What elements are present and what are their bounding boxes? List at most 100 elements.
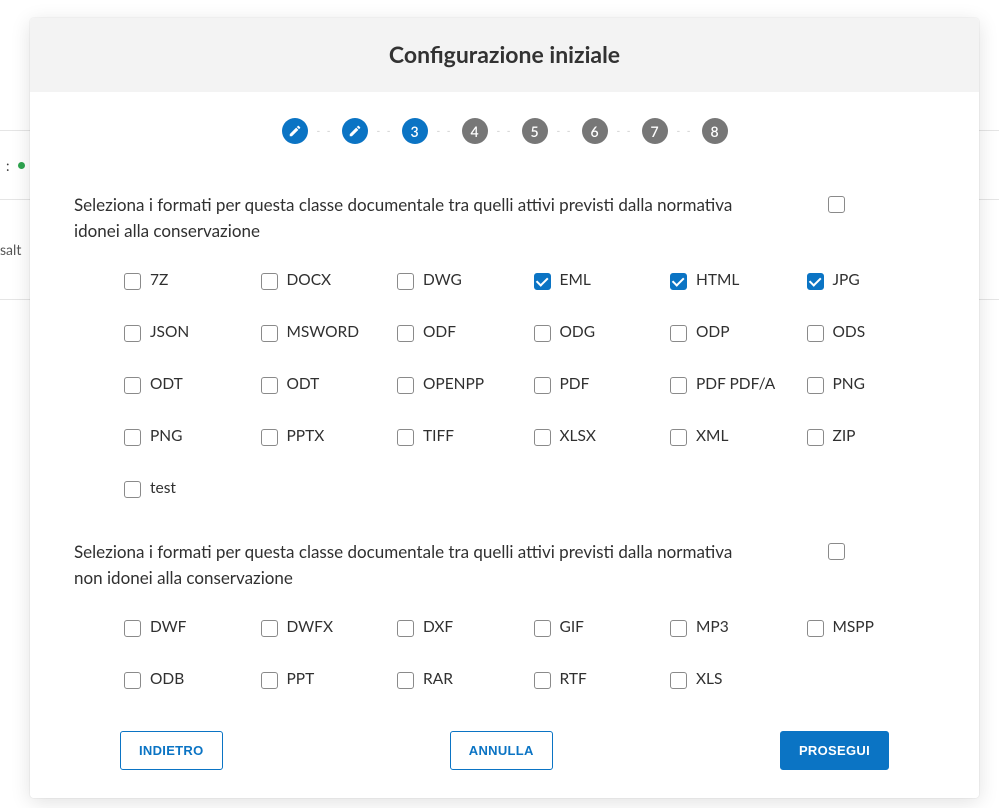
format-option[interactable]: DWG [397,267,526,295]
format-option[interactable]: ODB [124,666,253,694]
format-option[interactable]: MSPP [807,614,936,642]
format-checkbox[interactable] [807,620,824,637]
step-number: 4 [470,123,478,140]
step-2[interactable] [342,118,368,144]
format-checkbox[interactable] [124,325,141,342]
format-option[interactable]: test [124,475,253,503]
format-checkbox[interactable] [670,377,687,394]
format-option[interactable]: JSON [124,319,253,347]
format-checkbox[interactable] [261,273,278,290]
back-button[interactable]: INDIETRO [120,731,223,770]
step-3[interactable]: 3 [402,118,428,144]
format-label: MSPP [833,619,874,637]
format-checkbox[interactable] [534,429,551,446]
format-option[interactable]: PDF [534,371,663,399]
format-checkbox[interactable] [807,377,824,394]
format-checkbox[interactable] [261,325,278,342]
format-option[interactable]: RAR [397,666,526,694]
format-option[interactable]: XLS [670,666,799,694]
step-4[interactable]: 4 [462,118,488,144]
format-checkbox[interactable] [670,429,687,446]
format-checkbox[interactable] [397,377,414,394]
format-checkbox[interactable] [397,429,414,446]
format-checkbox[interactable] [670,273,687,290]
format-checkbox[interactable] [124,429,141,446]
format-option[interactable]: JPG [807,267,936,295]
format-option[interactable]: GIF [534,614,663,642]
format-label: ODG [560,324,596,342]
format-option[interactable]: PPT [261,666,390,694]
step-6[interactable]: 6 [582,118,608,144]
format-label: MP3 [696,619,729,637]
step-number: 6 [590,123,598,140]
format-option[interactable]: XML [670,423,799,451]
format-checkbox[interactable] [670,672,687,689]
format-option[interactable]: HTML [670,267,799,295]
format-checkbox[interactable] [397,620,414,637]
format-option[interactable]: PPTX [261,423,390,451]
format-option[interactable]: DXF [397,614,526,642]
format-checkbox[interactable] [397,672,414,689]
format-option[interactable]: ODT [261,371,390,399]
format-checkbox[interactable] [261,620,278,637]
format-option[interactable]: RTF [534,666,663,694]
format-checkbox[interactable] [397,325,414,342]
format-label: PPT [287,671,315,689]
format-label: PNG [150,428,182,446]
format-checkbox[interactable] [807,325,824,342]
format-checkbox[interactable] [261,672,278,689]
step-separator: - - [488,125,522,137]
format-checkbox[interactable] [124,273,141,290]
section-header: Seleziona i formati per questa classe do… [74,192,935,243]
format-option[interactable]: DOCX [261,267,390,295]
format-option[interactable]: PNG [124,423,253,451]
format-checkbox[interactable] [807,273,824,290]
format-option[interactable]: XLSX [534,423,663,451]
format-checkbox[interactable] [124,672,141,689]
format-option[interactable]: TIFF [397,423,526,451]
section-master-checkbox[interactable] [828,543,845,560]
format-label: XML [696,428,728,446]
format-option[interactable]: DWF [124,614,253,642]
cancel-button[interactable]: ANNULLA [450,731,553,770]
step-7[interactable]: 7 [642,118,668,144]
format-option[interactable]: MP3 [670,614,799,642]
format-label: ODF [423,324,456,342]
step-1[interactable] [282,118,308,144]
format-checkbox[interactable] [261,429,278,446]
format-option[interactable]: 7Z [124,267,253,295]
format-checkbox[interactable] [124,620,141,637]
format-option[interactable]: OPENPP [397,371,526,399]
section-master-checkbox[interactable] [828,196,845,213]
step-5[interactable]: 5 [522,118,548,144]
format-checkbox[interactable] [124,377,141,394]
format-option[interactable]: ODF [397,319,526,347]
step-8[interactable]: 8 [702,118,728,144]
next-button[interactable]: PROSEGUI [780,731,889,770]
format-option[interactable]: EML [534,267,663,295]
format-checkbox[interactable] [807,429,824,446]
format-checkbox[interactable] [670,620,687,637]
format-checkbox[interactable] [534,273,551,290]
modal-body[interactable]: Seleziona i formati per questa classe do… [30,154,979,717]
format-option[interactable]: ODP [670,319,799,347]
format-option[interactable]: DWFX [261,614,390,642]
step-number: 3 [410,123,418,140]
format-option[interactable]: ODG [534,319,663,347]
format-option[interactable]: ODT [124,371,253,399]
format-option[interactable]: PNG [807,371,936,399]
format-checkbox[interactable] [534,377,551,394]
format-checkbox[interactable] [670,325,687,342]
format-option[interactable]: MSWORD [261,319,390,347]
format-checkbox[interactable] [261,377,278,394]
format-checkbox[interactable] [534,325,551,342]
format-checkbox[interactable] [397,273,414,290]
format-option[interactable]: ZIP [807,423,936,451]
format-option[interactable]: ODS [807,319,936,347]
format-checkbox[interactable] [124,481,141,498]
section-master-checkbox-wrap [828,196,845,217]
format-option[interactable]: PDF PDF/A [670,371,799,399]
format-checkbox[interactable] [534,620,551,637]
format-label: ODP [696,324,730,342]
format-checkbox[interactable] [534,672,551,689]
